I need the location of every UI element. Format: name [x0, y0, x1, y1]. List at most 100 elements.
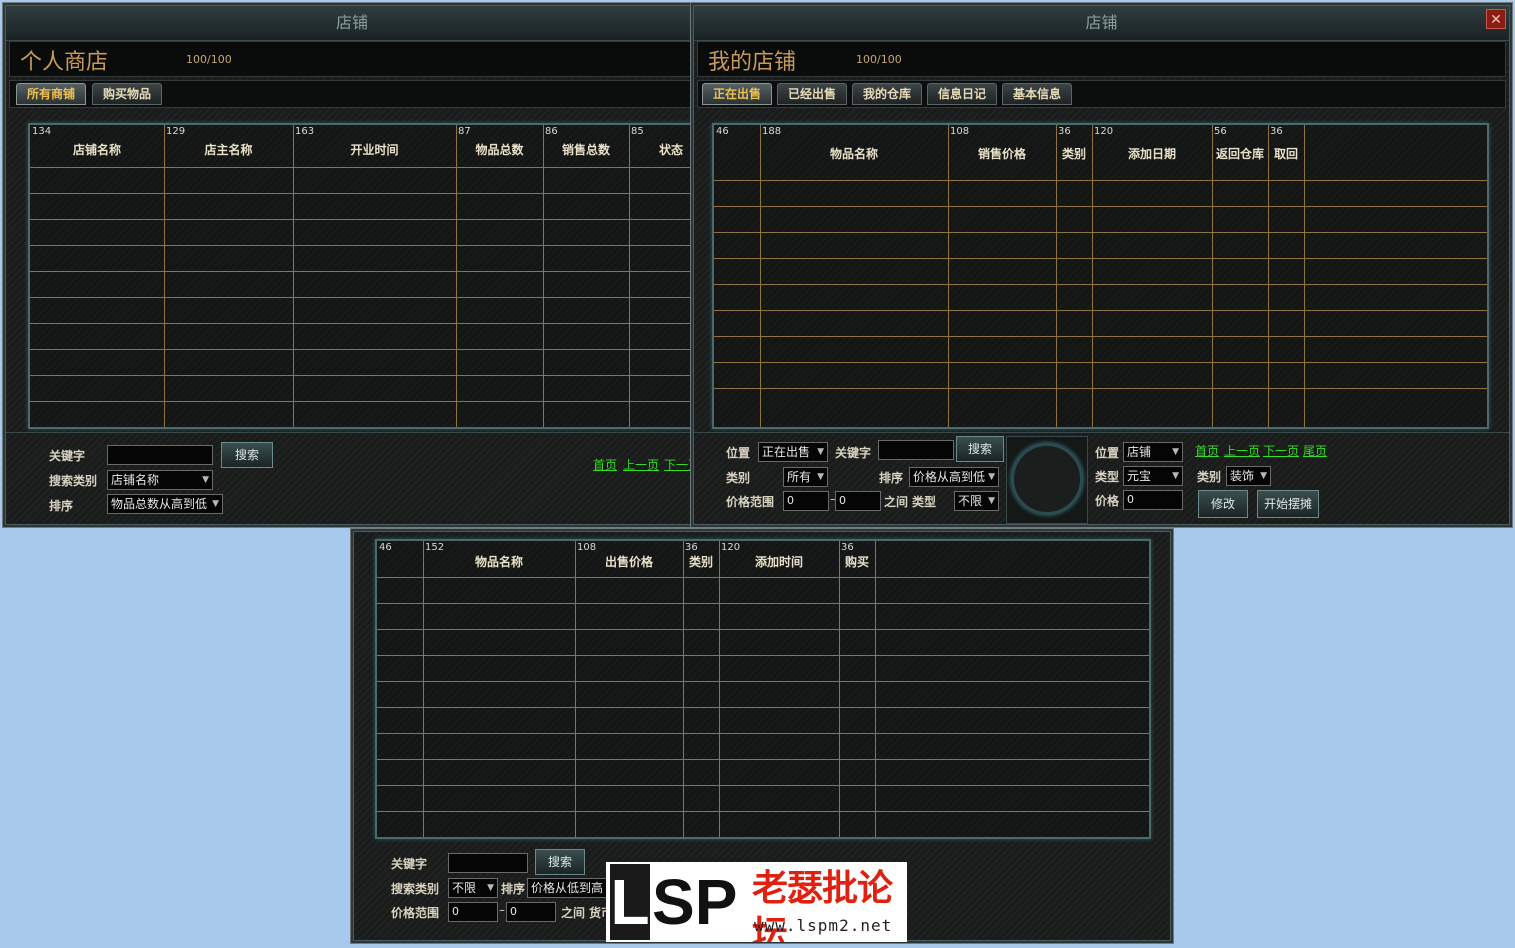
selling-items-table: 46 188 108 36 120 56 36 物品名称 销售价格 类别 添加日…	[712, 123, 1489, 429]
right-category-select[interactable]: 装饰 ▼	[1226, 466, 1271, 486]
column-width-item-total: 87	[458, 126, 471, 137]
modify-button[interactable]: 修改	[1198, 490, 1248, 518]
right-location-select[interactable]: 店铺 ▼	[1123, 442, 1183, 462]
capacity-counter: 100/100	[186, 53, 232, 66]
search-type-select[interactable]: 店铺名称 ▼	[107, 470, 213, 490]
tab-basic-info[interactable]: 基本信息	[1002, 83, 1072, 105]
column-header-retrieve[interactable]: 取回	[1268, 145, 1304, 162]
column-header-item-name[interactable]: 物品名称	[760, 145, 948, 162]
search-button[interactable]: 搜索	[956, 436, 1004, 462]
column-header-price[interactable]: 销售价格	[948, 145, 1056, 162]
column-width-date: 120	[1094, 126, 1114, 137]
table-row	[714, 258, 1487, 259]
table-row	[30, 349, 698, 350]
tab-selling[interactable]: 正在出售	[702, 83, 772, 105]
price-min-input[interactable]: 0	[448, 902, 498, 922]
tab-sold[interactable]: 已经出售	[777, 83, 847, 105]
column-header-owner[interactable]: 店主名称	[164, 141, 293, 158]
search-type-select[interactable]: 不限 ▼	[448, 878, 498, 898]
keyword-label: 关键字	[835, 446, 872, 460]
type-value: 不限	[958, 494, 983, 508]
table-row	[30, 167, 698, 168]
price-min-input[interactable]: 0	[783, 491, 829, 511]
chevron-down-icon: ▼	[212, 499, 219, 509]
category-select[interactable]: 所有 ▼	[783, 467, 828, 487]
sort-select[interactable]: 价格从高到低 ▼	[909, 467, 999, 487]
close-icon[interactable]: ✕	[1486, 9, 1506, 29]
search-type-value: 不限	[452, 881, 477, 895]
next-page-link[interactable]: 下一页	[1263, 442, 1299, 459]
column-header-category[interactable]: 类别	[683, 553, 719, 570]
last-page-link[interactable]: 尾页	[1303, 442, 1327, 459]
sort-label: 排序	[879, 471, 904, 485]
column-divider	[1056, 125, 1057, 427]
table-row	[377, 733, 1149, 734]
tab-buy-items[interactable]: 购买物品	[92, 83, 162, 105]
column-width-category: 36	[685, 542, 698, 553]
column-header-date[interactable]: 添加日期	[1092, 145, 1212, 162]
column-divider	[543, 125, 544, 427]
keyword-input[interactable]	[448, 853, 528, 873]
table-row	[377, 655, 1149, 656]
location-select[interactable]: 正在出售 ▼	[758, 442, 828, 462]
column-header-item-name[interactable]: 物品名称	[423, 553, 575, 570]
between-label: 之间	[561, 906, 586, 920]
column-header-buy[interactable]: 购买	[839, 553, 875, 570]
right-type-select[interactable]: 元宝 ▼	[1123, 466, 1183, 486]
column-header-item-total[interactable]: 物品总数	[456, 141, 543, 158]
column-divider	[1092, 125, 1093, 427]
location-label: 位置	[726, 446, 751, 460]
sort-label: 排序	[501, 882, 526, 896]
column-width-item-name: 152	[425, 542, 445, 553]
shop-name-bar: 个人商店 100/100	[9, 41, 695, 77]
first-page-link[interactable]: 首页	[593, 456, 617, 473]
column-header-store-name[interactable]: 店铺名称	[30, 141, 164, 158]
column-width-price: 108	[577, 542, 597, 553]
right-location-value: 店铺	[1127, 445, 1152, 459]
price-max-input[interactable]: 0	[835, 491, 881, 511]
search-button[interactable]: 搜索	[535, 849, 585, 875]
tab-info-log[interactable]: 信息日记	[927, 83, 997, 105]
sort-select[interactable]: 价格从低到高	[527, 878, 612, 898]
right-category-value: 装饰	[1230, 469, 1255, 483]
shop-name: 我的店铺	[708, 50, 797, 75]
column-width-open-time: 163	[295, 126, 315, 137]
watermark-logo-sp: SP	[652, 866, 738, 938]
column-header-price[interactable]: 出售价格	[575, 553, 683, 570]
prev-page-link[interactable]: 上一页	[623, 456, 659, 473]
chevron-down-icon: ▼	[988, 472, 995, 482]
column-width-item-name: 188	[762, 126, 782, 137]
item-preview-slot[interactable]	[1006, 436, 1088, 524]
table-row	[30, 323, 698, 324]
right-location-label: 位置	[1095, 446, 1120, 460]
column-header-category[interactable]: 类别	[1056, 145, 1092, 162]
tab-warehouse[interactable]: 我的仓库	[852, 83, 922, 105]
buy-items-table: 46 152 108 36 120 36 物品名称 出售价格 类别 添加时间 购…	[375, 539, 1151, 839]
column-header-time[interactable]: 添加时间	[719, 553, 839, 570]
first-page-link[interactable]: 首页	[1195, 442, 1219, 459]
location-value: 正在出售	[762, 445, 811, 459]
prev-page-link[interactable]: 上一页	[1224, 442, 1260, 459]
column-header-return[interactable]: 返回仓库	[1212, 145, 1268, 162]
start-stall-button[interactable]: 开始摆摊	[1257, 490, 1319, 518]
right-price-input[interactable]: 0	[1123, 490, 1183, 510]
table-row	[30, 375, 698, 376]
keyword-input[interactable]	[878, 440, 954, 460]
search-button[interactable]: 搜索	[221, 442, 273, 468]
shop-table: 134 129 163 87 86 85 店铺名称 店主名称 开业时间 物品总数…	[28, 123, 698, 429]
window-title: 店铺	[694, 6, 1509, 41]
sort-label: 排序	[49, 499, 74, 513]
price-max-input[interactable]: 0	[506, 902, 556, 922]
column-divider	[1268, 125, 1269, 427]
column-header-open-time[interactable]: 开业时间	[293, 141, 456, 158]
capacity-counter: 100/100	[856, 53, 902, 66]
tab-all-shops[interactable]: 所有商铺	[16, 83, 86, 105]
column-header-sales-total[interactable]: 销售总数	[543, 141, 629, 158]
type-select[interactable]: 不限 ▼	[954, 491, 999, 511]
column-width-price: 108	[950, 126, 970, 137]
preview-ring	[1011, 443, 1083, 515]
sort-select[interactable]: 物品总数从高到低 ▼	[107, 494, 223, 514]
table-row	[377, 707, 1149, 708]
column-width-time: 120	[721, 542, 741, 553]
keyword-input[interactable]	[107, 445, 213, 465]
